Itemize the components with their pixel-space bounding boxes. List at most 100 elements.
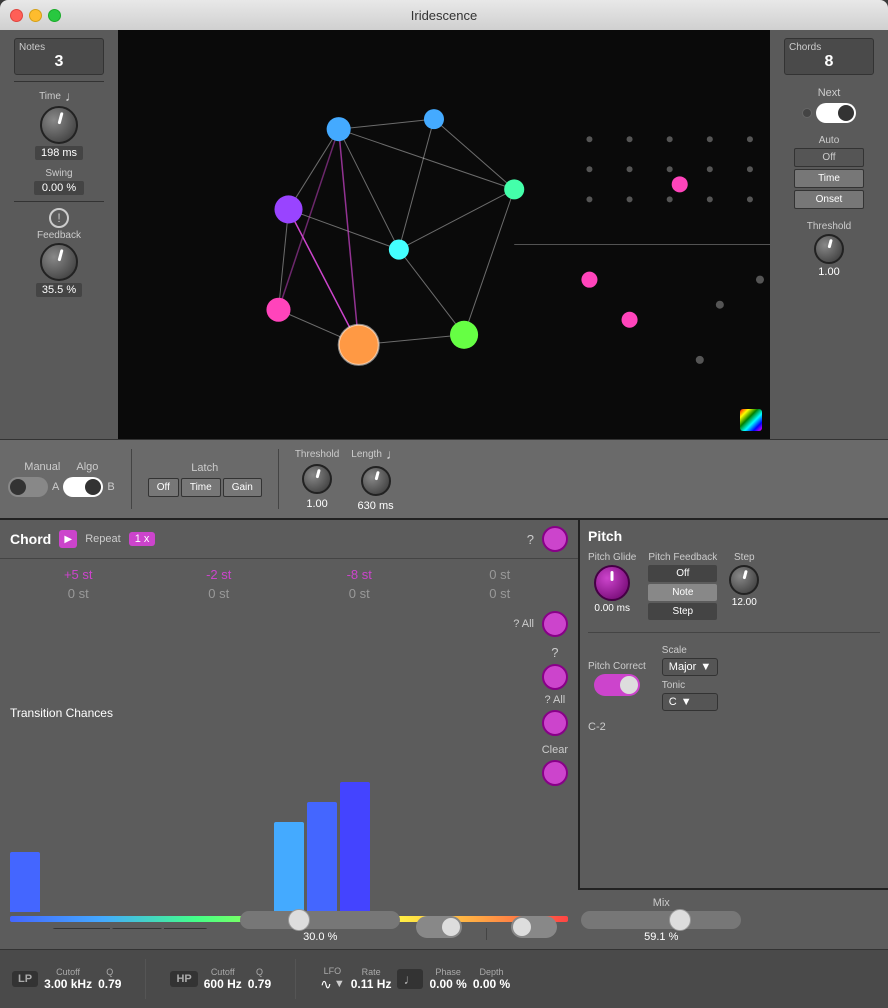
- feedback-off-btn[interactable]: Off: [648, 565, 717, 582]
- all-randomize-row: ? All: [0, 609, 578, 639]
- clear-label[interactable]: Clear: [542, 744, 568, 756]
- note-2[interactable]: -8 st: [291, 567, 428, 582]
- trans-random-all-btn[interactable]: [542, 710, 568, 736]
- divider-v1: [131, 449, 132, 509]
- width-value: 30.0 %: [303, 931, 337, 943]
- title-bar: Iridescence: [0, 0, 888, 30]
- viz-svg: [118, 30, 770, 439]
- latch-off-btn[interactable]: Off: [148, 478, 179, 497]
- viz-panel[interactable]: [118, 30, 770, 439]
- tonic-c2-row: C-2: [588, 721, 880, 733]
- latch-time-btn[interactable]: Time: [181, 478, 221, 497]
- latch-gain-btn[interactable]: Gain: [223, 478, 262, 497]
- note-1[interactable]: -2 st: [151, 567, 288, 582]
- note-0[interactable]: +5 st: [10, 567, 147, 582]
- width-thumb: [288, 909, 310, 931]
- chord-header: Chord ▶ Repeat 1 x ?: [0, 520, 578, 559]
- feedback-note-btn[interactable]: Note: [648, 584, 717, 601]
- close-button[interactable]: [10, 9, 23, 22]
- lfo-wave-icon: ∿: [320, 976, 332, 993]
- mix-slider[interactable]: [581, 911, 741, 929]
- chord-play-btn[interactable]: ▶: [59, 530, 77, 548]
- swing-knob-container: Swing 0.00 %: [34, 168, 84, 195]
- maximize-button[interactable]: [48, 9, 61, 22]
- right-panel: Chords 8 Next Auto Off Time Onset Thresh…: [770, 30, 888, 439]
- feedback-knob[interactable]: [40, 243, 78, 281]
- invert-toggle[interactable]: [416, 916, 462, 938]
- manual-toggle[interactable]: [8, 477, 48, 497]
- bar-chart-container: [10, 792, 568, 922]
- rate-value: 0.11 Hz: [351, 977, 392, 991]
- hp-q-value: 0.79: [248, 977, 271, 991]
- pitch-correct-row: Pitch Correct Scale Major ▼ Tonic: [588, 645, 880, 711]
- question-mark[interactable]: ?: [527, 532, 534, 547]
- top-section: Notes 3 Time ♩ 198 ms Swing 0.00 %: [0, 30, 888, 439]
- note-6[interactable]: 0 st: [291, 586, 428, 601]
- pitch-correct-section: Pitch Correct Scale Major ▼ Tonic: [588, 645, 880, 733]
- note-3[interactable]: 0 st: [432, 567, 569, 582]
- transition-controls: ? ? All Clear: [542, 645, 568, 786]
- algo-b-label: B: [107, 481, 114, 493]
- chord-title: Chord: [10, 531, 51, 547]
- chord-randomize-btn[interactable]: [542, 526, 568, 552]
- notes-box: Notes 3: [14, 38, 104, 75]
- bar-0: [10, 852, 40, 912]
- time-note-icon: ♩: [65, 88, 79, 104]
- trans-question[interactable]: ?: [551, 645, 558, 660]
- algo-toggle-row: A B: [8, 477, 115, 497]
- repeat-badge[interactable]: 1 x: [129, 532, 156, 546]
- auto-section: Auto Off Time Onset: [776, 135, 882, 209]
- rate-sync-btn[interactable]: ♩: [397, 969, 423, 989]
- hp-q-label: Q: [256, 967, 263, 977]
- stereo-toggle[interactable]: [511, 916, 557, 938]
- note-5[interactable]: 0 st: [151, 586, 288, 601]
- threshold-knob[interactable]: [302, 464, 332, 494]
- next-toggle-row: [802, 103, 856, 123]
- clear-btn[interactable]: [542, 760, 568, 786]
- note-7[interactable]: 0 st: [432, 586, 569, 601]
- pitch-divider: [588, 632, 880, 633]
- pitch-correct-toggle[interactable]: [594, 674, 640, 696]
- time-knob-container: Time ♩ 198 ms: [35, 88, 83, 160]
- latch-group: Latch Off Time Gain: [148, 462, 262, 497]
- color-swatch[interactable]: [740, 409, 762, 431]
- step-value: 12.00: [732, 597, 757, 608]
- width-slider[interactable]: [240, 911, 400, 929]
- step-label: Step: [734, 552, 755, 563]
- glide-knob[interactable]: [594, 565, 630, 601]
- tonic-arrow: ▼: [681, 696, 692, 708]
- all-randomize-btn[interactable]: [542, 611, 568, 637]
- threshold-knob-right[interactable]: [814, 234, 844, 264]
- lfo-dropdown-arrow[interactable]: ▼: [334, 978, 345, 990]
- auto-onset-btn[interactable]: Onset: [794, 190, 864, 209]
- tonic-group: Tonic C ▼: [662, 680, 718, 711]
- auto-off-btn[interactable]: Off: [794, 148, 864, 167]
- algo-toggle[interactable]: [63, 477, 103, 497]
- tonic-value: C: [669, 696, 677, 708]
- time-knob[interactable]: [40, 106, 78, 144]
- pitch-feedback-section: Pitch Feedback Off Note Step: [648, 552, 717, 620]
- mix-section: Mix 59.1 %: [581, 897, 741, 943]
- next-dot-left: [802, 108, 812, 118]
- length-knob[interactable]: [361, 466, 391, 496]
- step-knob[interactable]: [729, 565, 759, 595]
- mix-value: 59.1 %: [644, 931, 678, 943]
- scale-select[interactable]: Major ▼: [662, 658, 718, 676]
- rate-label: Rate: [362, 967, 381, 977]
- trans-question-all[interactable]: ? All: [544, 694, 565, 706]
- length-note-icon: ♩: [386, 446, 400, 462]
- question-all[interactable]: ? All: [513, 618, 534, 630]
- auto-time-btn[interactable]: Time: [794, 169, 864, 188]
- tonic-select[interactable]: C ▼: [662, 693, 718, 711]
- feedback-step-btn[interactable]: Step: [648, 603, 717, 620]
- note-4[interactable]: 0 st: [10, 586, 147, 601]
- scale-group: Scale Major ▼: [662, 645, 718, 676]
- middle-section: Chord ▶ Repeat 1 x ? +5 st -2 st -8 st 0…: [0, 518, 888, 888]
- controls-bar: Manual Algo A B Latch Off Time Gain Thre…: [0, 439, 888, 518]
- lp-q-value: 0.79: [98, 977, 121, 991]
- minimize-button[interactable]: [29, 9, 42, 22]
- next-toggle[interactable]: [816, 103, 856, 123]
- trans-random-btn[interactable]: [542, 664, 568, 690]
- swing-label: Swing: [45, 168, 72, 179]
- divider: [14, 81, 104, 82]
